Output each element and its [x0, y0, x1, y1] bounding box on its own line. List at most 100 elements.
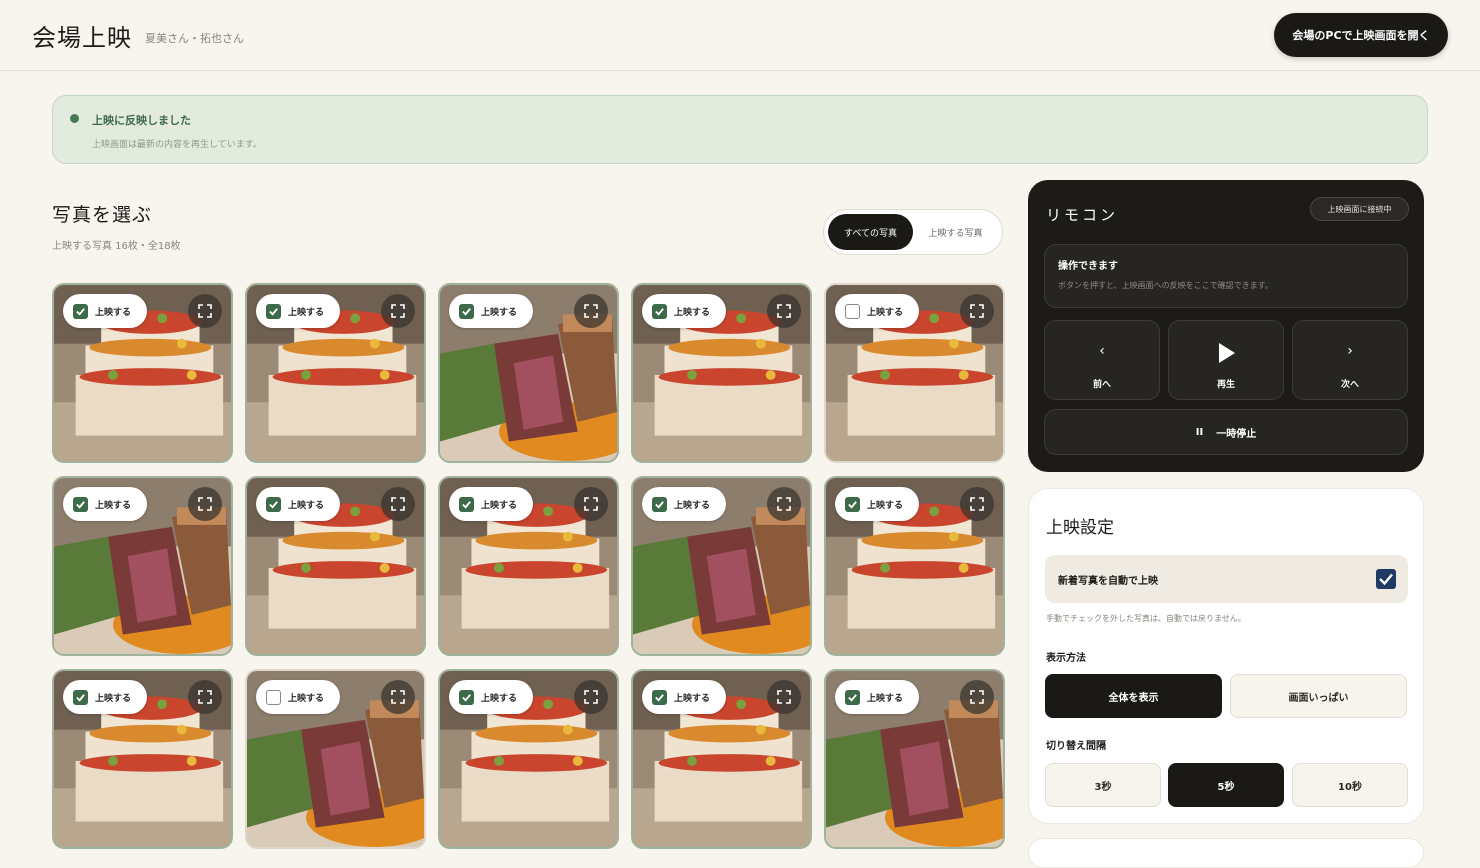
- photo-card[interactable]: 上映する: [438, 669, 619, 849]
- select-toggle[interactable]: 上映する: [449, 680, 533, 714]
- select-checkbox[interactable]: [266, 496, 281, 512]
- filter-selected-button[interactable]: 上映する写真: [913, 226, 998, 239]
- select-label: 上映する: [867, 500, 904, 511]
- select-checkbox[interactable]: [266, 303, 281, 319]
- remote-status: 操作できます ボタンを押すと、上映画面への反映をここで確認できます。: [1044, 244, 1408, 308]
- select-checkbox[interactable]: [459, 303, 474, 319]
- expand-icon[interactable]: [767, 487, 801, 521]
- select-toggle[interactable]: 上映する: [835, 680, 919, 714]
- select-label: 上映する: [95, 693, 132, 704]
- photo-card[interactable]: 上映する: [52, 283, 233, 463]
- select-toggle[interactable]: 上映する: [449, 487, 533, 521]
- remote-panel: リモコン 上映画面に接続中 操作できます ボタンを押すと、上映画面への反映をここ…: [1028, 180, 1424, 472]
- expand-icon[interactable]: [188, 680, 222, 714]
- select-toggle[interactable]: 上映する: [642, 487, 726, 521]
- photo-card[interactable]: 上映する: [438, 476, 619, 656]
- interval-option[interactable]: 10秒: [1292, 763, 1408, 807]
- interval-option[interactable]: 3秒: [1045, 763, 1161, 807]
- status-dot-icon: [70, 114, 79, 123]
- select-checkbox[interactable]: [845, 303, 860, 319]
- select-checkbox[interactable]: [459, 689, 474, 705]
- photo-card[interactable]: 上映する: [245, 476, 426, 656]
- expand-icon[interactable]: [381, 294, 415, 328]
- expand-icon[interactable]: [960, 680, 994, 714]
- display-option[interactable]: 画面いっぱい: [1230, 674, 1407, 718]
- photo-card[interactable]: 上映する: [245, 283, 426, 463]
- select-toggle[interactable]: 上映する: [835, 487, 919, 521]
- select-label: 上映する: [95, 500, 132, 511]
- expand-icon[interactable]: [574, 487, 608, 521]
- remote-title: リモコン: [1046, 206, 1119, 224]
- select-checkbox[interactable]: [266, 689, 281, 705]
- display-option[interactable]: 全体を表示: [1045, 674, 1222, 718]
- select-toggle[interactable]: 上映する: [63, 294, 147, 328]
- photo-card[interactable]: 上映する: [631, 476, 812, 656]
- select-checkbox[interactable]: [73, 689, 88, 705]
- expand-icon[interactable]: [188, 294, 222, 328]
- select-toggle[interactable]: 上映する: [256, 294, 340, 328]
- auto-play-toggle[interactable]: 新着写真を自動で上映: [1045, 555, 1408, 603]
- play-icon: [1169, 343, 1283, 367]
- settings-title: 上映設定: [1046, 518, 1114, 538]
- expand-icon[interactable]: [767, 680, 801, 714]
- photo-card[interactable]: 上映する: [438, 283, 619, 463]
- photo-card[interactable]: 上映する: [824, 476, 1005, 656]
- section-subtitle: 上映する写真 16枚・全18枚: [52, 241, 181, 252]
- select-checkbox[interactable]: [652, 496, 667, 512]
- interval-option[interactable]: 5秒: [1168, 763, 1284, 807]
- expand-icon[interactable]: [574, 680, 608, 714]
- connection-badge: 上映画面に接続中: [1310, 197, 1409, 221]
- select-label: 上映する: [95, 307, 132, 318]
- display-mode-label: 表示方法: [1046, 653, 1086, 664]
- settings-panel: 上映設定 新着写真を自動で上映 手動でチェックを外した写真は、自動では戻りません…: [1028, 488, 1424, 824]
- select-checkbox[interactable]: [845, 496, 860, 512]
- next-button[interactable]: › 次へ: [1292, 320, 1408, 400]
- select-checkbox[interactable]: [652, 303, 667, 319]
- banner-subtitle: 上映画面は最新の内容を再生しています。: [92, 140, 262, 150]
- photo-card[interactable]: 上映する: [245, 669, 426, 849]
- expand-icon[interactable]: [381, 487, 415, 521]
- open-venue-screen-button[interactable]: 会場のPCで上映画面を開く: [1274, 13, 1448, 57]
- pause-button[interactable]: II 一時停止: [1044, 409, 1408, 455]
- expand-icon[interactable]: [960, 487, 994, 521]
- prev-button[interactable]: ‹ 前へ: [1044, 320, 1160, 400]
- expand-icon[interactable]: [381, 680, 415, 714]
- pause-label: 一時停止: [1216, 428, 1257, 440]
- auto-play-checkbox[interactable]: [1376, 569, 1396, 589]
- expand-icon[interactable]: [574, 294, 608, 328]
- photo-card[interactable]: 上映する: [824, 283, 1005, 463]
- select-checkbox[interactable]: [652, 689, 667, 705]
- photo-card[interactable]: 上映する: [52, 476, 233, 656]
- select-label: 上映する: [481, 693, 518, 704]
- photo-filter: すべての写真 上映する写真: [823, 209, 1003, 255]
- next-settings-card: [1028, 838, 1424, 868]
- next-label: 次へ: [1340, 380, 1359, 390]
- select-toggle[interactable]: 上映する: [642, 294, 726, 328]
- play-button[interactable]: 再生: [1168, 320, 1284, 400]
- pause-icon: II: [1195, 426, 1204, 438]
- select-label: 上映する: [481, 500, 518, 511]
- expand-icon[interactable]: [767, 294, 801, 328]
- section-title: 写真を選ぶ: [52, 204, 153, 226]
- photo-card[interactable]: 上映する: [631, 669, 812, 849]
- select-toggle[interactable]: 上映する: [835, 294, 919, 328]
- filter-all-button[interactable]: すべての写真: [828, 214, 913, 250]
- select-label: 上映する: [867, 693, 904, 704]
- select-toggle[interactable]: 上映する: [449, 294, 533, 328]
- select-toggle[interactable]: 上映する: [256, 487, 340, 521]
- select-toggle[interactable]: 上映する: [63, 487, 147, 521]
- select-toggle[interactable]: 上映する: [63, 680, 147, 714]
- select-checkbox[interactable]: [845, 689, 860, 705]
- photo-card[interactable]: 上映する: [631, 283, 812, 463]
- select-checkbox[interactable]: [73, 496, 88, 512]
- photo-card[interactable]: 上映する: [824, 669, 1005, 849]
- photo-card[interactable]: 上映する: [52, 669, 233, 849]
- select-toggle[interactable]: 上映する: [642, 680, 726, 714]
- expand-icon[interactable]: [188, 487, 222, 521]
- select-checkbox[interactable]: [459, 496, 474, 512]
- page-title: 会場上映: [32, 23, 132, 52]
- select-label: 上映する: [288, 693, 325, 704]
- select-checkbox[interactable]: [73, 303, 88, 319]
- select-toggle[interactable]: 上映する: [256, 680, 340, 714]
- expand-icon[interactable]: [960, 294, 994, 328]
